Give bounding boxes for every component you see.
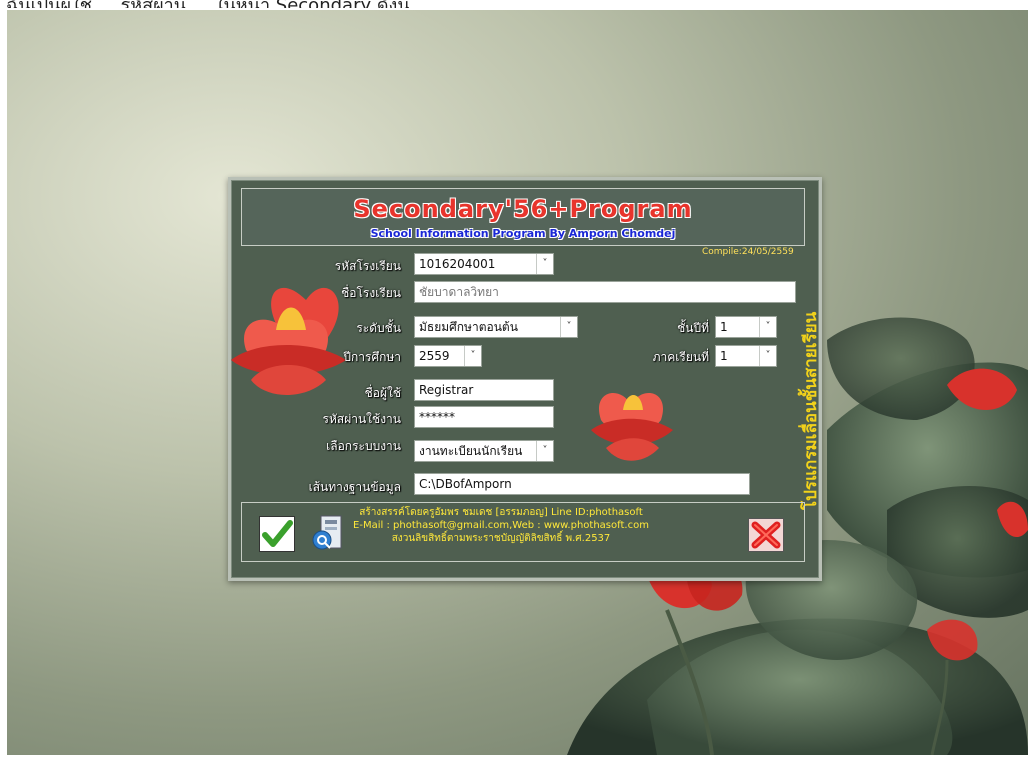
checkmark-icon: [262, 520, 293, 547]
school-name-label: ชื่อโรงเรียน: [341, 286, 401, 300]
password-input[interactable]: ******: [414, 406, 554, 428]
footer-line-creator: สร้างสรรค์โดยครูอัมพร ชมเดช [อรรมภอญ] Li…: [359, 507, 643, 518]
semester-value: 1: [720, 349, 728, 363]
password-label: รหัสผ่านใช้งาน: [322, 412, 401, 426]
school-code-combo[interactable]: 1016204001 ˅: [414, 253, 554, 275]
chevron-down-icon[interactable]: ˅: [536, 254, 553, 274]
academic-year-combo[interactable]: 2559 ˅: [414, 345, 482, 367]
school-code-value: 1016204001: [419, 257, 496, 271]
grade-label: ชั้นปีที่: [677, 321, 709, 335]
db-path-label: เส้นทางฐานข้อมูล: [308, 480, 401, 494]
login-dialog: Secondary'56+Program School Information …: [228, 177, 822, 581]
chevron-down-icon[interactable]: ˅: [464, 346, 481, 366]
school-name-input[interactable]: ชัยบาดาลวิทยา: [414, 281, 796, 303]
chevron-down-icon[interactable]: ˅: [759, 317, 776, 337]
level-label: ระดับชั้น: [356, 321, 401, 335]
school-code-label: รหัสโรงเรียน: [334, 259, 401, 273]
program-subtitle: School Information Program By Amporn Cho…: [370, 227, 676, 240]
help-book-icon: [312, 515, 342, 550]
title-banner: Secondary'56+Program School Information …: [241, 188, 805, 246]
footer-credits: สร้างสรรค์โดยครูอัมพร ชมเดช [อรรมภอญ] Li…: [281, 506, 721, 545]
username-input[interactable]: Registrar: [414, 379, 554, 401]
grade-combo[interactable]: 1 ˅: [715, 316, 777, 338]
system-combo[interactable]: งานทะเบียนนักเรียน ˅: [414, 440, 554, 462]
chevron-down-icon[interactable]: ˅: [759, 346, 776, 366]
system-label: เลือกระบบงาน: [326, 439, 401, 453]
db-path-input[interactable]: C:\DBofAmporn: [414, 473, 750, 495]
red-x-icon: [751, 521, 781, 549]
chevron-down-icon[interactable]: ˅: [560, 317, 577, 337]
level-value: มัธยมศึกษาตอนต้น: [419, 320, 518, 334]
semester-label: ภาคเรียนที่: [652, 350, 709, 364]
grade-value: 1: [720, 320, 728, 334]
program-title: Secondary'56+Program: [353, 195, 693, 223]
footer-line-copyright: สงวนลิขสิทธิ์ตามพระราชบัญญัติลิขสิทธิ์ พ…: [391, 533, 611, 544]
about-button[interactable]: [311, 514, 345, 552]
username-label: ชื่อผู้ใช้: [364, 386, 401, 400]
system-value: งานทะเบียนนักเรียน: [419, 444, 523, 458]
academic-year-label: ปีการศึกษา: [343, 350, 401, 364]
footer-line-contact: E-Mail : phothasoft@gmail.com,Web : www.…: [353, 520, 649, 531]
chevron-down-icon[interactable]: ˅: [536, 441, 553, 461]
close-button[interactable]: [748, 518, 784, 552]
academic-year-value: 2559: [419, 349, 450, 363]
semester-combo[interactable]: 1 ˅: [715, 345, 777, 367]
vertical-banner-text: โปรแกรมเลื่อนชั้นสายเรียน: [801, 311, 817, 510]
ok-button[interactable]: [259, 516, 295, 552]
level-combo[interactable]: มัธยมศึกษาตอนต้น ˅: [414, 316, 578, 338]
top-caption: ฉันเป็นผู้ใช้ ... รหัสผ่าน ... ในหน้า Se…: [6, 0, 433, 8]
